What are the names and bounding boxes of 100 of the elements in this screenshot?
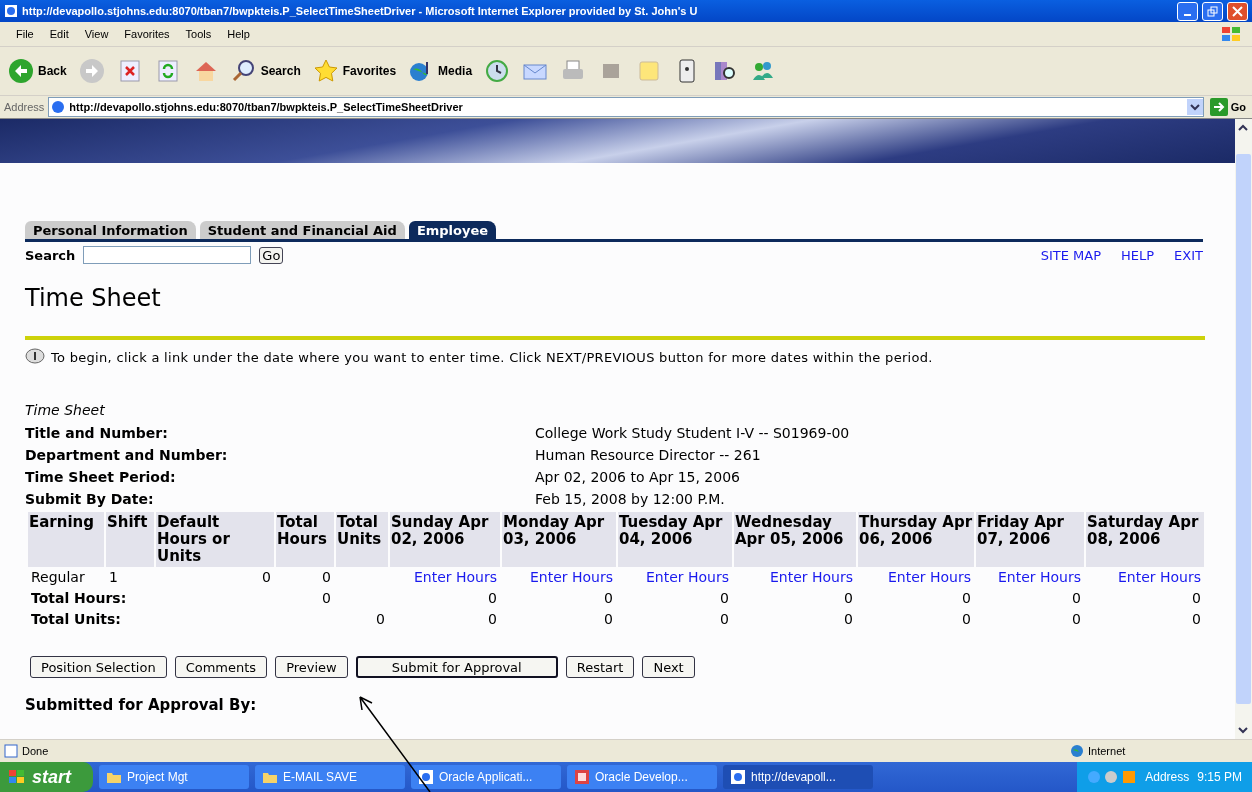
table-cell: 0 [262,569,271,585]
menu-item[interactable]: Favorites [116,28,178,40]
header-link[interactable]: EXIT [1174,247,1203,263]
restore-icon [1207,5,1218,17]
favorites-button[interactable]: Favorites [310,56,399,86]
detail-label: Department and Number: [25,446,229,465]
table-cell: 0 [1192,590,1201,606]
form-button[interactable]: Preview [275,656,348,678]
column-header: Default Hours or Units [156,512,274,567]
close-icon [1232,5,1243,17]
close-button[interactable] [1227,1,1248,21]
status-text: Done [22,745,50,757]
menu-item[interactable]: Edit [41,28,77,40]
menu-item[interactable]: View [76,28,117,40]
info-bubble-icon [25,348,45,366]
column-header: Friday Apr 07, 2006 [976,512,1084,567]
minimize-button[interactable] [1177,1,1198,21]
detail-value: Feb 15, 2008 by 12:00 P.M. [535,490,726,509]
taskbar-button[interactable]: E-MAIL SAVE [255,765,405,789]
table-cell: 0 [322,569,331,585]
form-button[interactable]: Next [642,656,695,678]
clock-icon [484,58,511,84]
app-icon [575,770,589,784]
taskbar-button[interactable]: Oracle Develop... [567,765,717,789]
header-link[interactable]: HELP [1121,247,1155,263]
table-cell: 1 [109,569,118,585]
table-cell: 0 [720,611,729,627]
table-cell: Regular [31,569,85,585]
table-cell: 0 [844,590,853,606]
enter-hours-link[interactable]: Enter Hours [997,569,1081,585]
table-cell: 0 [604,590,613,606]
taskbar-button[interactable]: Project Mgt [99,765,249,789]
back-button[interactable]: Back [6,56,69,86]
table-cell: 0 [322,590,331,606]
enter-hours-link[interactable]: Enter Hours [645,569,729,585]
taskbar-button[interactable]: Oracle Applicati... [411,765,561,789]
menu-item[interactable]: File [8,28,42,40]
enter-hours-link[interactable]: Enter Hours [769,569,853,585]
go-button[interactable]: Go [1207,98,1248,116]
tray-icons [1087,769,1138,785]
table-cell: 0 [604,611,613,627]
go-button[interactable]: Go [259,246,284,264]
enter-hours-link[interactable]: Enter Hours [529,569,613,585]
restore-button[interactable] [1202,1,1223,21]
nav-tab[interactable]: Personal Information [25,221,196,239]
menu-item[interactable]: Tools [177,28,220,40]
row-label: Total Units: [31,611,121,627]
form-button[interactable]: Restart [565,656,635,678]
enter-hours-link[interactable]: Enter Hours [887,569,971,585]
table-cell: 0 [1072,590,1081,606]
detail-value: Apr 02, 2006 to Apr 15, 2006 [535,468,741,487]
star-icon [312,58,339,84]
table-cell: 0 [488,611,497,627]
windows-flag-icon [8,769,26,785]
enter-hours-link[interactable]: Enter Hours [413,569,497,585]
table-cell: 0 [376,611,385,627]
address-label: Address [4,101,45,113]
browser-page-icon [4,4,18,18]
window-title: http://devapollo.stjohns.edu:8070/tban7/bwpkteis.P_SelectTimeSheetDriver - Microsoft Internet Explorer provided by St. John's U [22,5,699,17]
address-field[interactable]: http://devapollo.stjohns.edu:8070/tban7/bwpkteis.P_SelectTimeSheetDriver [48,97,1204,117]
table-cell: 0 [844,611,853,627]
minimize-icon [1184,13,1191,16]
taskbar-button[interactable]: http://devapoll... [723,765,873,789]
enter-hours-link[interactable]: Enter Hours [1117,569,1201,585]
form-button[interactable]: Submit for Approval [355,656,558,678]
page-icon [51,100,66,114]
detail-label: Title and Number: [25,424,169,443]
detail-value: Human Resource Director -- 261 [535,446,762,465]
search-button[interactable]: Search [228,56,303,86]
column-header: Total Units [336,512,388,567]
page-icon [4,744,18,758]
address-label: Address [1145,770,1190,784]
dropdown-icon [1186,99,1203,115]
nav-tab[interactable]: Employee [408,221,497,239]
detail-label: Time Sheet Period: [25,468,177,487]
column-header: Thursday Apr 06, 2006 [858,512,974,567]
section-heading: Submitted for Approval By: [25,696,258,714]
page-title: Time Sheet [25,284,162,312]
nav-tab[interactable]: Student and Financial Aid [199,221,405,239]
detail-label: Submit By Date: [25,490,155,509]
media-button[interactable]: Media [406,56,475,86]
vertical-scrollbar[interactable] [1235,119,1252,739]
form-button[interactable]: Position Selection [30,656,167,678]
column-header: Total Hours [276,512,334,567]
header-link[interactable]: SITE MAP [1040,247,1101,263]
info-message: To begin, click a link under the date where you want to enter time. Click NEXT/PREVIOUS button for more dates within the period. [51,349,933,365]
form-button[interactable]: Comments [174,656,268,678]
start-button[interactable]: start [0,762,93,792]
column-header: Tuesday Apr 04, 2006 [618,512,732,567]
table-cell: 0 [720,590,729,606]
search-label: Search [25,247,76,263]
column-header: Wednesday Apr 05, 2006 [734,512,856,567]
menu-item[interactable]: Help [219,28,258,40]
column-header: Earning [28,512,104,567]
detail-value: College Work Study Student I-V -- S01969-00 [535,424,851,443]
table-cell: 0 [488,590,497,606]
globe-icon [1070,744,1084,758]
zone-text: Internet [1088,745,1127,757]
section-title: Time Sheet [25,402,106,418]
search-field[interactable] [83,246,252,264]
